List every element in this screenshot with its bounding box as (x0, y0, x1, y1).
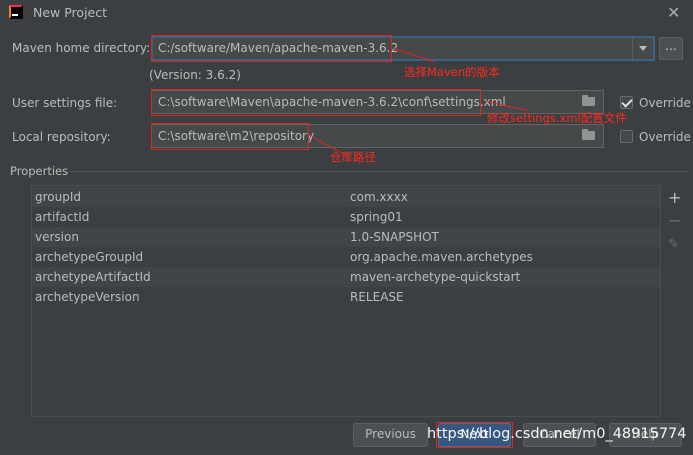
annotation-box-maven-home (151, 35, 392, 62)
window-title: New Project (33, 5, 108, 20)
property-key: archetypeVersion (35, 290, 140, 304)
previous-button[interactable]: Previous (353, 423, 428, 447)
add-icon[interactable]: + (668, 190, 681, 206)
property-value: com.xxxx (350, 190, 408, 204)
table-row[interactable]: artifactId spring01 (32, 207, 660, 227)
user-settings-label: User settings file: (12, 96, 118, 110)
properties-section-label: Properties (10, 164, 69, 178)
maven-home-label: Maven home directory: (12, 41, 151, 55)
property-key: artifactId (35, 210, 90, 224)
annotation-settings: 修改settings.xml配置文件 (487, 111, 627, 125)
annotation-box-settings (151, 89, 481, 116)
annotation-box-repository (151, 123, 309, 150)
table-row[interactable]: version 1.0-SNAPSHOT (32, 227, 660, 247)
property-value: maven-archetype-quickstart (350, 270, 521, 284)
watermark-text: https://blog.csdn.net/m0_48915774 (427, 426, 687, 442)
folder-icon[interactable] (582, 95, 595, 106)
property-key: version (35, 230, 79, 244)
local-repository-override-label: Override (639, 130, 691, 144)
maven-version-text: (Version: 3.6.2) (149, 68, 241, 82)
user-settings-override-checkbox[interactable] (620, 96, 633, 109)
annotation-repository: 仓库路径 (330, 150, 376, 164)
section-divider (70, 171, 687, 172)
remove-icon[interactable]: − (668, 213, 681, 229)
property-value: org.apache.maven.archetypes (350, 250, 533, 264)
property-value: RELEASE (350, 290, 404, 304)
table-row[interactable]: archetypeArtifactId maven-archetype-quic… (32, 267, 660, 287)
chevron-down-icon[interactable] (632, 38, 653, 59)
local-repository-override-checkbox[interactable] (620, 130, 633, 143)
property-value: 1.0-SNAPSHOT (350, 230, 439, 244)
table-row[interactable]: groupId com.xxxx (32, 187, 660, 207)
intellij-logo-icon (9, 5, 23, 19)
user-settings-override-label: Override (639, 96, 691, 110)
maven-home-browse-button[interactable]: ... (659, 37, 683, 60)
annotation-maven-version: 选择Maven的版本 (404, 65, 500, 79)
properties-toolbar: + − ✎ (662, 185, 688, 417)
close-icon[interactable]: ✕ (667, 3, 680, 22)
property-value: spring01 (350, 210, 403, 224)
property-key: archetypeGroupId (35, 250, 144, 264)
properties-table[interactable]: groupId com.xxxx artifactId spring01 ver… (31, 185, 661, 417)
property-key: archetypeArtifactId (35, 270, 151, 284)
table-row[interactable]: archetypeVersion RELEASE (32, 287, 660, 307)
local-repository-label: Local repository: (12, 130, 111, 144)
folder-icon[interactable] (582, 129, 595, 140)
edit-icon[interactable]: ✎ (668, 237, 679, 253)
property-key: groupId (35, 190, 82, 204)
table-row[interactable]: archetypeGroupId org.apache.maven.archet… (32, 247, 660, 267)
